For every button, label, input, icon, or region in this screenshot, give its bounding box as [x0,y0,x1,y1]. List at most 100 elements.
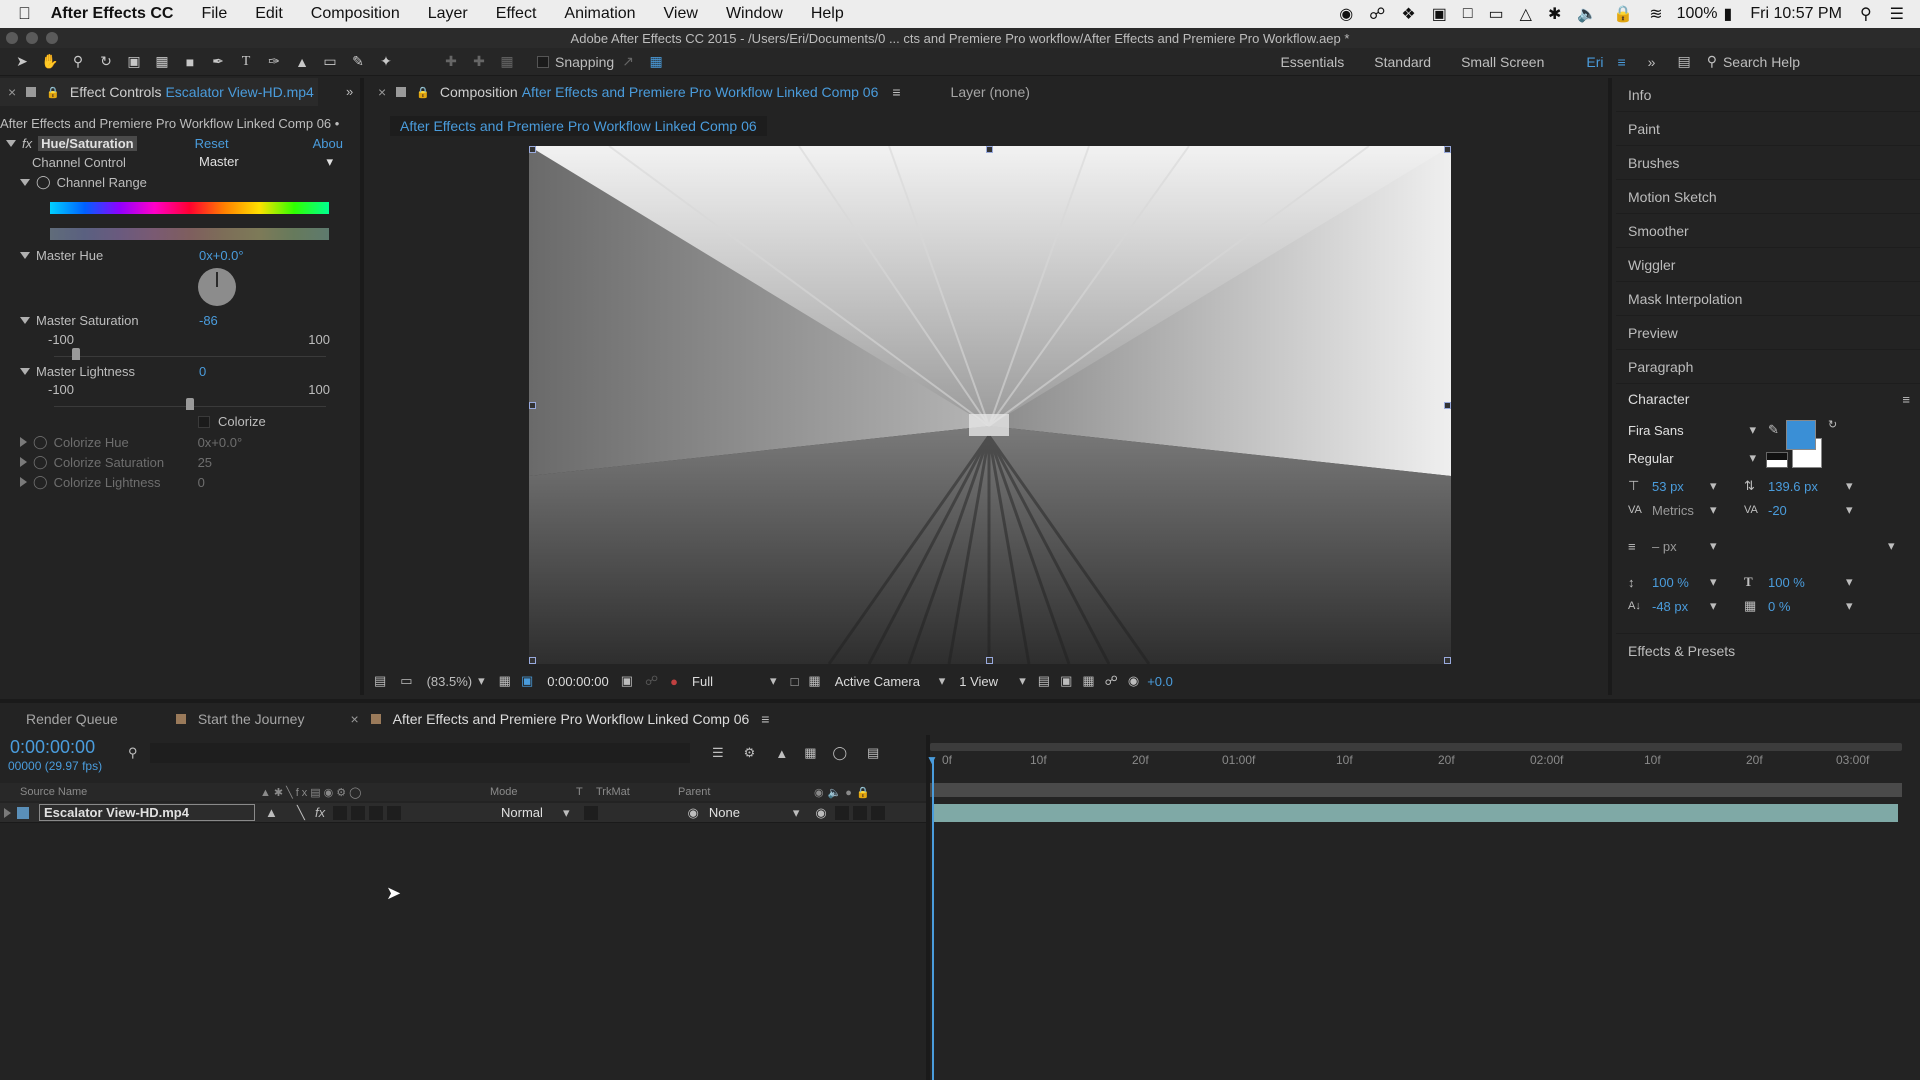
tracking-value[interactable]: -20 [1768,503,1846,518]
draft-3d-icon[interactable]: ⚙ [744,745,756,761]
close-tab-icon[interactable]: × [8,84,16,100]
quality-switch-icon[interactable]: ╲ [297,805,315,821]
transparency-grid-icon[interactable]: ▦ [808,673,820,689]
brush-tool-icon[interactable]: ✑ [263,51,285,73]
layer-duration-bar[interactable] [934,804,1898,822]
menu-layer[interactable]: Layer [428,5,468,23]
composition-tab-title[interactable]: Composition [440,84,518,100]
reset-exposure-icon[interactable]: ◉ [1128,673,1139,689]
fx-switch-icon[interactable]: fx [315,805,333,820]
puppet-tool-icon[interactable]: ✦ [375,51,397,73]
layer-switch-box[interactable] [333,805,347,820]
resolution-dropdown[interactable]: Full [692,674,770,689]
workspace-standard[interactable]: Standard [1374,54,1431,70]
channel-range-expand-icon[interactable] [20,178,30,186]
wifi-icon[interactable]: ≋ [1649,4,1662,24]
chevron-down-icon[interactable]: ▾ [793,805,800,821]
creative-cloud-icon[interactable]: ☍ [1369,4,1385,24]
display-icon[interactable]: ▭ [1489,4,1504,24]
master-saturation-expand-icon[interactable] [20,317,30,324]
chevron-down-icon[interactable]: ▾ [1749,450,1756,466]
selection-tool-icon[interactable]: ➤ [11,51,33,73]
master-lightness-value[interactable]: 0 [199,364,206,379]
transform-handle[interactable] [1444,146,1451,153]
menu-composition[interactable]: Composition [311,5,400,23]
zoom-tool-icon[interactable]: ⚲ [67,51,89,73]
layer-switch-box[interactable] [351,805,365,820]
tab-start-the-journey[interactable]: Start the Journey [198,711,305,727]
leading-value[interactable]: 139.6 px [1768,479,1846,494]
col-trkmat[interactable]: TrkMat [596,786,678,798]
panel-smoother[interactable]: Smoother [1616,214,1920,248]
region-of-interest-icon[interactable]: □ [791,674,799,689]
playhead-handle[interactable]: ▼ [926,753,938,767]
time-navigator[interactable] [930,743,1902,751]
stroke-style-dropdown[interactable]: ▾ [1888,538,1895,554]
panel-info[interactable]: Info [1616,78,1920,112]
record-icon[interactable]: ◉ [1339,4,1353,24]
comp-viewer[interactable] [529,146,1451,664]
channel-range-spectrum-top[interactable] [50,202,329,214]
master-hue-expand-icon[interactable] [20,252,30,259]
snap-grid-icon[interactable]: ▦ [645,51,667,73]
panel-overflow-icon[interactable]: » [346,84,353,99]
master-lightness-expand-icon[interactable] [20,368,30,375]
layer-expand-icon[interactable] [4,807,11,818]
stopwatch-icon[interactable]: ◯ [33,474,48,490]
fx-icon[interactable]: fx [22,136,32,151]
menu-help[interactable]: Help [811,5,844,23]
layer-row[interactable]: Escalator View-HD.mp4 ▲ ╲ fx Normal ▾ ◉ … [0,803,926,823]
mask-visibility-icon[interactable]: ▣ [521,673,533,689]
shy-layers-icon[interactable]: ▲ [775,746,788,761]
pixel-aspect-icon[interactable]: ▤ [1038,673,1050,689]
layer-switch-box[interactable] [369,805,383,820]
window-icon[interactable]: ▣ [1432,4,1447,24]
slider-thumb[interactable] [72,348,81,360]
stroke-width-value[interactable]: – px [1652,539,1710,554]
menu-edit[interactable]: Edit [255,5,283,23]
chevron-down-icon[interactable]: ▾ [478,673,485,689]
tab-render-queue[interactable]: Render Queue [26,711,118,727]
search-icon[interactable]: ⚲ [1707,53,1717,70]
eyedropper-icon[interactable]: ✎ [1768,422,1779,438]
menu-animation[interactable]: Animation [564,5,635,23]
effect-controls-tab[interactable]: × 🔒 Effect Controls Escalator View-HD.mp… [0,78,318,106]
pickwhip-icon[interactable]: ◉ [688,805,699,821]
clock[interactable]: Fri 10:57 PM [1750,5,1842,23]
colorize-hue-expand-icon[interactable] [20,437,27,447]
work-area-bar[interactable] [930,783,1902,797]
composition-tab-name[interactable]: After Effects and Premiere Pro Workflow … [522,84,879,100]
panel-brushes[interactable]: Brushes [1616,146,1920,180]
panel-menu-icon[interactable]: ≡ [892,84,900,100]
workspace-eri[interactable]: Eri [1586,54,1603,70]
display-icon[interactable]: ▭ [400,673,412,689]
chevron-down-icon[interactable]: ▾ [563,805,570,821]
lock-icon[interactable]: 🔒 [416,86,430,99]
stopwatch-icon[interactable]: ◯ [33,454,48,470]
transform-handle[interactable] [1444,402,1451,409]
zoom-dropdown[interactable]: (83.5%) [427,674,473,689]
panel-effects-presets[interactable]: Effects & Presets [1616,634,1920,668]
timeline-current-time[interactable]: 0:00:00:00 [10,737,95,758]
snapshot-icon[interactable]: ▣ [621,673,633,689]
pan-behind-tool-icon[interactable]: ▦ [151,51,173,73]
camera-tool-icon[interactable]: ▣ [123,51,145,73]
apple-icon[interactable]:  [18,4,31,24]
axis-world-icon[interactable]: ✚ [468,51,490,73]
comp-breadcrumb[interactable]: After Effects and Premiere Pro Workflow … [390,116,767,136]
spotlight-icon[interactable]: ⚲ [1860,4,1872,24]
volume-icon[interactable]: 🔈 [1577,4,1597,24]
chevron-down-icon[interactable]: ▾ [1710,478,1717,494]
menu-window[interactable]: Window [726,5,783,23]
search-icon[interactable]: ⚲ [128,745,138,761]
trkmat-box[interactable] [583,805,598,820]
zoom-window-button[interactable] [46,32,58,44]
axis-local-icon[interactable]: ✚ [440,51,462,73]
view-layout-dropdown[interactable]: 1 View [959,674,1019,689]
dropbox-icon[interactable]: ❖ [1401,4,1415,24]
layer-switch-box[interactable] [387,805,401,820]
transform-handle[interactable] [1444,657,1451,664]
close-window-button[interactable] [6,32,18,44]
visibility-eye-icon[interactable]: ◉ [815,805,826,821]
axis-view-icon[interactable]: ▦ [496,51,518,73]
